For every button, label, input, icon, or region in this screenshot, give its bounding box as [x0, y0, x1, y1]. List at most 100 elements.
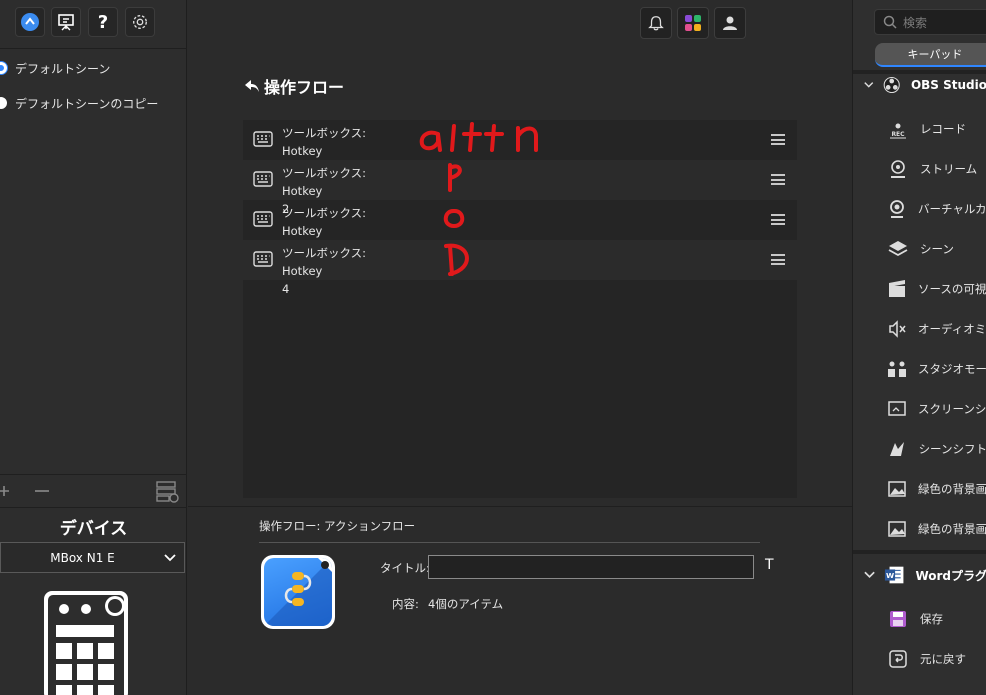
- webcam-icon: [887, 198, 907, 220]
- category-word-plugin[interactable]: W Wordプラグ: [853, 557, 986, 593]
- plugin-item-label: ソースの可視化: [918, 282, 986, 296]
- plugin-item-label: 緑色の背景画: [918, 522, 986, 536]
- chevron-down-icon: [164, 553, 176, 561]
- bell-icon: [648, 16, 664, 31]
- drag-handle-icon[interactable]: [771, 134, 785, 145]
- save-icon: [887, 608, 909, 630]
- plugin-item-studio-mode[interactable]: スタジオモード: [853, 349, 986, 389]
- plugin-item-undo[interactable]: 元に戻す: [853, 639, 986, 679]
- drag-handle-icon[interactable]: [771, 254, 785, 265]
- word-icon: W: [885, 566, 904, 584]
- plugin-item-green-background[interactable]: 緑色の背景画: [853, 509, 986, 549]
- title-input[interactable]: [428, 555, 754, 579]
- add-icon[interactable]: [0, 484, 11, 498]
- plugin-item-source-visibility[interactable]: ソースの可視化: [853, 269, 986, 309]
- account-button[interactable]: [714, 7, 746, 39]
- flow-icon: [264, 558, 332, 626]
- scene-shift-icon: [887, 438, 908, 460]
- flow-item-index: 4: [282, 282, 290, 296]
- main-panel: 操作フロー ツールボックス: Hotkey1 ツールボックス: Hotkey2 …: [188, 0, 852, 695]
- settings-button[interactable]: [125, 7, 155, 37]
- plugin-item-label: ストリーム: [920, 162, 978, 176]
- drag-handle-icon[interactable]: [771, 214, 785, 225]
- plugin-item-label: シーンシフト: [918, 442, 986, 456]
- plugin-item-label: オーディオミキサ: [918, 322, 986, 336]
- scene-label: デフォルトシーン: [15, 61, 111, 76]
- plugin-item-save[interactable]: 保存: [853, 599, 986, 639]
- text-style-button[interactable]: T: [765, 557, 774, 573]
- scene-item[interactable]: デフォルトシーンのコピー: [0, 93, 158, 113]
- app-logo-button[interactable]: [15, 7, 45, 37]
- tab-keypad[interactable]: キーパッド: [875, 43, 986, 67]
- plugin-item-scene[interactable]: シーン: [853, 229, 986, 269]
- plugin-item-record[interactable]: REC レコード: [853, 109, 986, 149]
- plugin-item-scene-shift[interactable]: シーンシフト: [853, 429, 986, 469]
- user-icon: [723, 16, 737, 30]
- presentation-button[interactable]: [51, 7, 81, 37]
- scene-toolbar: [0, 474, 187, 508]
- scene-radio-selected[interactable]: [0, 62, 7, 74]
- category-label: Wordプラグ: [915, 568, 986, 583]
- plugin-item-audio-mixer[interactable]: オーディオミキサ: [853, 309, 986, 349]
- plugin-item-stream[interactable]: ストリーム: [853, 149, 986, 189]
- plugin-item-label: 保存: [920, 612, 943, 626]
- scene-manage-icon[interactable]: [156, 481, 180, 503]
- category-obs-studio[interactable]: OBS Studio: [853, 67, 986, 103]
- device-preview-image: [44, 591, 128, 695]
- plugin-item-green-background[interactable]: 緑色の背景画: [853, 469, 986, 509]
- help-icon: ?: [97, 11, 109, 33]
- help-button[interactable]: ?: [88, 7, 118, 37]
- device-select-value: MBox N1 E: [50, 550, 115, 565]
- flow-item[interactable]: ツールボックス: Hotkey3: [243, 200, 797, 256]
- keyboard-icon: [253, 171, 273, 187]
- obs-icon: [883, 76, 900, 94]
- studio-icon: [887, 358, 907, 380]
- layers-icon: [887, 238, 909, 260]
- notifications-button[interactable]: [640, 7, 672, 39]
- screenshot-icon: [887, 398, 907, 420]
- action-icon-button[interactable]: [261, 555, 335, 629]
- device-title: デバイス: [59, 519, 128, 539]
- section-divider: [188, 506, 852, 507]
- scene-radio[interactable]: [0, 97, 7, 109]
- scene-item[interactable]: デフォルトシーン: [0, 58, 110, 78]
- plugin-item-screenshot[interactable]: スクリーンショッ: [853, 389, 986, 429]
- label-underline: [259, 542, 760, 543]
- content-value: 4個のアイテム: [428, 597, 504, 611]
- plugin-item-virtual-camera[interactable]: バーチャルカメ: [853, 189, 986, 229]
- flow-item-title: ツールボックス: Hotkey: [282, 126, 367, 158]
- plugin-item-label: シーン: [920, 242, 954, 256]
- toolbar-divider: [0, 48, 187, 49]
- gear-icon: [133, 15, 147, 29]
- svg-text:W: W: [886, 571, 894, 580]
- plugin-item-label: 緑色の背景画: [918, 482, 986, 496]
- search-placeholder: 検索: [903, 15, 928, 30]
- svg-text:REC: REC: [891, 131, 905, 138]
- keyboard-icon: [253, 131, 273, 147]
- image-icon: [887, 518, 907, 540]
- drag-handle-icon[interactable]: [771, 174, 785, 185]
- flow-item[interactable]: ツールボックス: Hotkey 2: [243, 160, 797, 216]
- plugin-item-label: 元に戻す: [920, 652, 966, 666]
- plugin-item-label: バーチャルカメ: [918, 202, 986, 216]
- flow-item-title: ツールボックス: Hotkey: [282, 166, 367, 198]
- search-box[interactable]: 検索: [874, 9, 986, 35]
- chevron-down-icon: [864, 571, 875, 579]
- undo-icon: [887, 648, 909, 670]
- stream-icon: [887, 158, 909, 180]
- flow-item[interactable]: ツールボックス: Hotkey 4: [243, 240, 797, 296]
- clapper-icon: [887, 278, 907, 300]
- left-panel: ? デフォルトシーン デフォルトシーンのコピー デバイス MBox N1 E: [0, 0, 187, 695]
- logo-icon: [21, 13, 39, 31]
- remove-icon[interactable]: [34, 484, 50, 498]
- record-icon: REC: [887, 118, 909, 140]
- plugins-icon: [685, 15, 701, 31]
- flow-item-title: ツールボックス: Hotkey: [282, 206, 367, 238]
- flow-item[interactable]: ツールボックス: Hotkey1: [243, 120, 797, 176]
- section-divider: [853, 550, 986, 554]
- plugins-button[interactable]: [677, 7, 709, 39]
- content-label: 内容:: [392, 597, 419, 611]
- device-select[interactable]: MBox N1 E: [0, 542, 185, 573]
- back-arrow-icon[interactable]: [244, 79, 260, 93]
- chevron-down-icon: [864, 82, 874, 88]
